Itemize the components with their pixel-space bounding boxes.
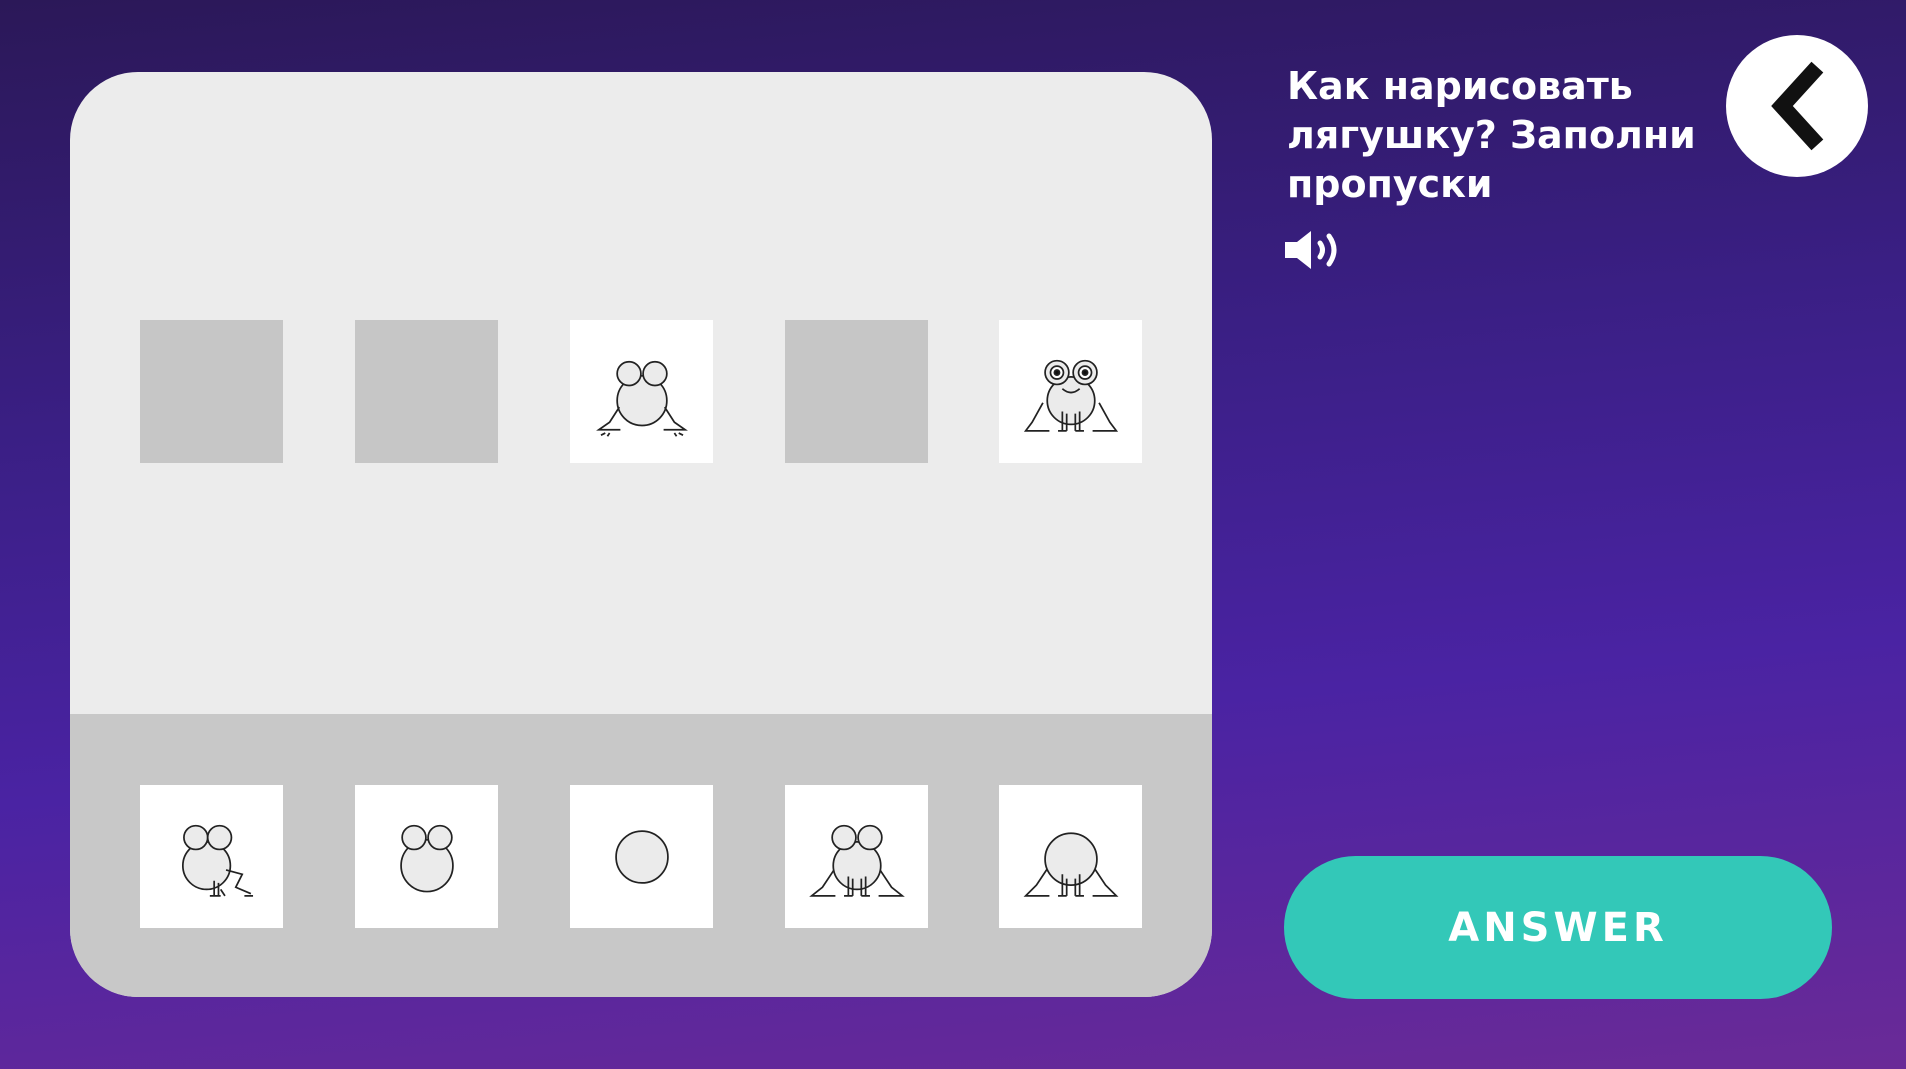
option-card-1[interactable] xyxy=(140,785,283,928)
option-card-2[interactable] xyxy=(355,785,498,928)
sequence-slot-1[interactable] xyxy=(140,320,283,463)
frog-step-5-drawing xyxy=(808,824,905,897)
answer-button[interactable]: ANSWER xyxy=(1284,856,1832,999)
sequence-slot-4[interactable] xyxy=(785,320,928,463)
frog-step-3-drawing xyxy=(595,360,688,437)
option-card-4[interactable] xyxy=(785,785,928,928)
option-card-5[interactable] xyxy=(999,785,1142,928)
options-tray xyxy=(70,714,1212,997)
frog-step-4-drawing xyxy=(181,824,253,897)
frog-step-1-drawing xyxy=(614,829,669,884)
sequence-slot-3[interactable] xyxy=(570,320,713,463)
frog-step-2-drawing xyxy=(399,824,454,892)
back-button[interactable] xyxy=(1726,35,1868,177)
puzzle-board xyxy=(70,72,1212,997)
sequence-slot-2[interactable] xyxy=(355,320,498,463)
chevron-left-icon xyxy=(1771,61,1824,151)
option-card-3[interactable] xyxy=(570,785,713,928)
task-prompt: Как нарисовать лягушку? Заполни пропуски xyxy=(1287,64,1696,206)
speaker-icon[interactable] xyxy=(1283,228,1345,272)
frog-final-drawing xyxy=(1023,359,1118,432)
sequence-slot-5[interactable] xyxy=(999,320,1142,463)
frog-step-4b-drawing xyxy=(1023,831,1118,897)
